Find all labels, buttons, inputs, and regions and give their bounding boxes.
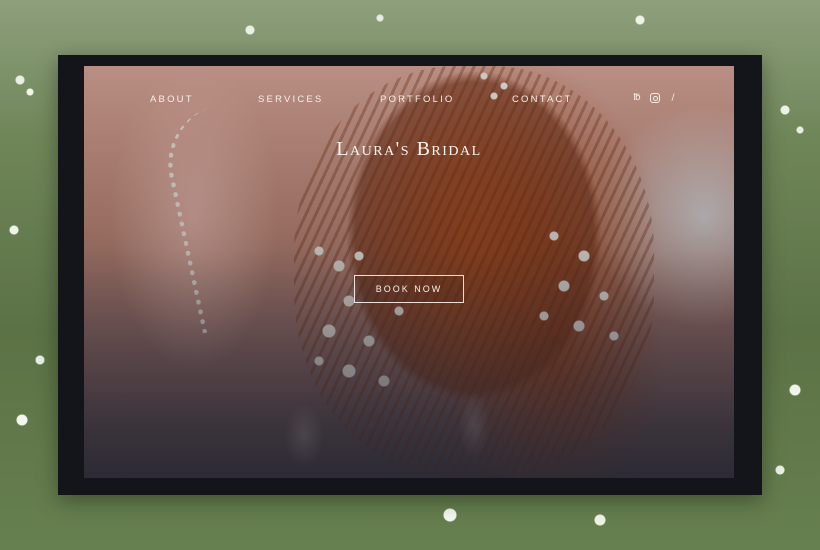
book-now-button[interactable]: BOOK NOW — [354, 275, 464, 303]
nav-link-portfolio[interactable]: PORTFOLIO — [380, 94, 455, 105]
website-hero: ABOUT SERVICES PORTFOLIO CONTACT ℔ ∕ Lau… — [84, 66, 734, 478]
nav-link-contact[interactable]: CONTACT — [512, 94, 573, 105]
main-navigation: ABOUT SERVICES PORTFOLIO CONTACT ℔ ∕ — [84, 93, 734, 110]
site-title: Laura's Bridal — [336, 138, 482, 160]
nav-link-services[interactable]: SERVICES — [258, 94, 323, 105]
instagram-icon[interactable] — [650, 93, 660, 103]
social-links: ℔ ∕ — [632, 93, 678, 103]
link-icon[interactable]: ∕ — [668, 93, 678, 103]
hero-overlay — [84, 66, 734, 478]
pinterest-icon[interactable]: ℔ — [632, 93, 642, 103]
nav-link-about[interactable]: ABOUT — [150, 94, 194, 105]
